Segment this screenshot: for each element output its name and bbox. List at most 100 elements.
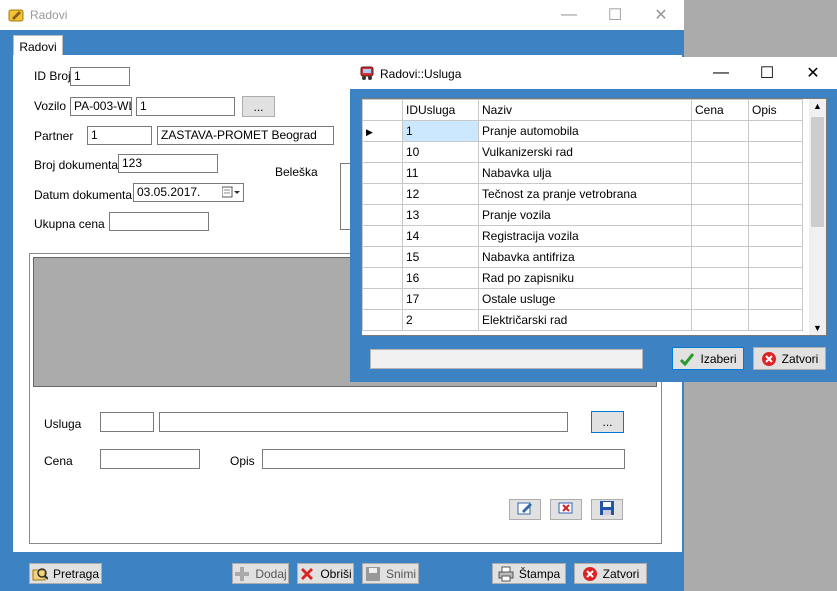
dialog-close-button[interactable]: ✕ [790, 57, 836, 89]
maximize-button[interactable]: ☐ [592, 0, 638, 30]
row-header[interactable]: ▶ [362, 120, 403, 142]
col-naziv[interactable]: Naziv [478, 99, 692, 121]
minimize-button[interactable]: — [546, 0, 592, 30]
broj-field[interactable]: 123 [118, 154, 218, 173]
table-cell[interactable]: Električarski rad [478, 309, 692, 331]
zatvori-main-button[interactable]: Zatvori [574, 563, 647, 584]
partner-name-field[interactable]: ZASTAVA-PROMET Beograd [157, 126, 334, 145]
pretraga-button[interactable]: Pretraga [29, 563, 102, 584]
table-cell[interactable] [691, 309, 749, 331]
table-cell[interactable]: 17 [402, 288, 479, 310]
table-cell[interactable] [691, 183, 749, 205]
table-cell[interactable]: Pranje vozila [478, 204, 692, 226]
table-cell[interactable]: 1 [402, 120, 479, 142]
table-cell[interactable] [748, 141, 803, 163]
table-cell[interactable]: Tečnost za pranje vetrobrana [478, 183, 692, 205]
partner-id-field[interactable]: 1 [87, 126, 152, 145]
table-cell[interactable]: Pranje automobila [478, 120, 692, 142]
col-cena[interactable]: Cena [691, 99, 749, 121]
table-cell[interactable] [691, 120, 749, 142]
col-opis[interactable]: Opis [748, 99, 803, 121]
table-cell[interactable]: 15 [402, 246, 479, 268]
table-row[interactable]: ▶ 1 Pranje automobila [362, 120, 803, 142]
table-cell[interactable] [691, 225, 749, 247]
row-header[interactable] [362, 183, 403, 205]
table-cell[interactable] [691, 204, 749, 226]
table-row[interactable]: 2 Električarski rad [362, 309, 803, 331]
tab-radovi[interactable]: Radovi [13, 35, 63, 57]
table-cell[interactable]: 16 [402, 267, 479, 289]
table-cell[interactable] [691, 246, 749, 268]
table-cell[interactable] [691, 288, 749, 310]
table-cell[interactable] [691, 267, 749, 289]
obrisi-button[interactable]: Obriši [297, 563, 354, 584]
cena-field[interactable] [100, 449, 200, 469]
edit-row-button[interactable] [509, 499, 541, 520]
ukupna-field[interactable] [109, 212, 209, 231]
scroll-up-icon[interactable]: ▲ [813, 101, 822, 111]
table-cell[interactable]: Vulkanizerski rad [478, 141, 692, 163]
col-idusluga[interactable]: IDUsluga [402, 99, 479, 121]
row-header[interactable] [362, 141, 403, 163]
table-row[interactable]: 12 Tečnost za pranje vetrobrana [362, 183, 803, 205]
table-cell[interactable] [748, 225, 803, 247]
table-cell[interactable] [691, 141, 749, 163]
usluga-browse-button[interactable]: ... [591, 411, 624, 433]
table-row[interactable]: 10 Vulkanizerski rad [362, 141, 803, 163]
save-row-button[interactable] [591, 499, 623, 520]
table-cell[interactable]: 12 [402, 183, 479, 205]
table-cell[interactable] [691, 162, 749, 184]
usluga-id-field[interactable] [100, 412, 154, 432]
row-header[interactable] [362, 225, 403, 247]
table-cell[interactable]: Nabavka ulja [478, 162, 692, 184]
table-cell[interactable] [748, 246, 803, 268]
opis-field[interactable] [262, 449, 625, 469]
table-cell[interactable]: Registracija vozila [478, 225, 692, 247]
grid-scrollbar[interactable]: ▲ ▼ [809, 99, 826, 335]
dialog-search-field[interactable] [370, 349, 643, 369]
vozilo-id-field[interactable]: 1 [136, 97, 235, 116]
dodaj-button[interactable]: Dodaj [232, 563, 289, 584]
dialog-zatvori-button[interactable]: Zatvori [753, 347, 826, 370]
row-header[interactable] [362, 162, 403, 184]
id-field[interactable]: 1 [70, 67, 130, 86]
table-cell[interactable] [748, 162, 803, 184]
row-header[interactable] [362, 267, 403, 289]
table-cell[interactable] [748, 267, 803, 289]
row-header[interactable] [362, 309, 403, 331]
scroll-thumb[interactable] [811, 117, 824, 227]
table-row[interactable]: 17 Ostale usluge [362, 288, 803, 310]
close-button[interactable]: ✕ [638, 0, 684, 30]
calendar-icon[interactable] [221, 186, 240, 201]
table-cell[interactable] [748, 309, 803, 331]
usluga-grid[interactable]: IDUsluga Naziv Cena Opis ▶ 1 Pranje automo… [361, 98, 827, 336]
table-cell[interactable]: 14 [402, 225, 479, 247]
dialog-minimize-button[interactable]: — [698, 57, 744, 89]
table-cell[interactable] [748, 183, 803, 205]
scroll-down-icon[interactable]: ▼ [813, 323, 822, 333]
table-cell[interactable]: Rad po zapisniku [478, 267, 692, 289]
table-row[interactable]: 11 Nabavka ulja [362, 162, 803, 184]
table-row[interactable]: 14 Registracija vozila [362, 225, 803, 247]
delete-row-button[interactable] [550, 499, 582, 520]
row-header[interactable] [362, 204, 403, 226]
table-cell[interactable]: 11 [402, 162, 479, 184]
table-row[interactable]: 15 Nabavka antifriza [362, 246, 803, 268]
vozilo-reg-field[interactable]: PA-003-WL [70, 97, 132, 116]
usluga-name-field[interactable] [159, 412, 568, 432]
table-cell[interactable]: 13 [402, 204, 479, 226]
snimi-button[interactable]: Snimi [362, 563, 419, 584]
row-header[interactable] [362, 288, 403, 310]
vozilo-browse-button[interactable]: ... [242, 96, 275, 117]
dialog-maximize-button[interactable]: ☐ [744, 57, 790, 89]
izaberi-button[interactable]: Izaberi [672, 347, 744, 370]
row-header[interactable] [362, 246, 403, 268]
stampa-button[interactable]: Štampa [492, 563, 566, 584]
table-cell[interactable]: 2 [402, 309, 479, 331]
table-cell[interactable]: 10 [402, 141, 479, 163]
table-cell[interactable]: Nabavka antifriza [478, 246, 692, 268]
datum-picker[interactable]: 03.05.2017. [133, 183, 244, 202]
table-cell[interactable]: Ostale usluge [478, 288, 692, 310]
table-row[interactable]: 13 Pranje vozila [362, 204, 803, 226]
table-row[interactable]: 16 Rad po zapisniku [362, 267, 803, 289]
